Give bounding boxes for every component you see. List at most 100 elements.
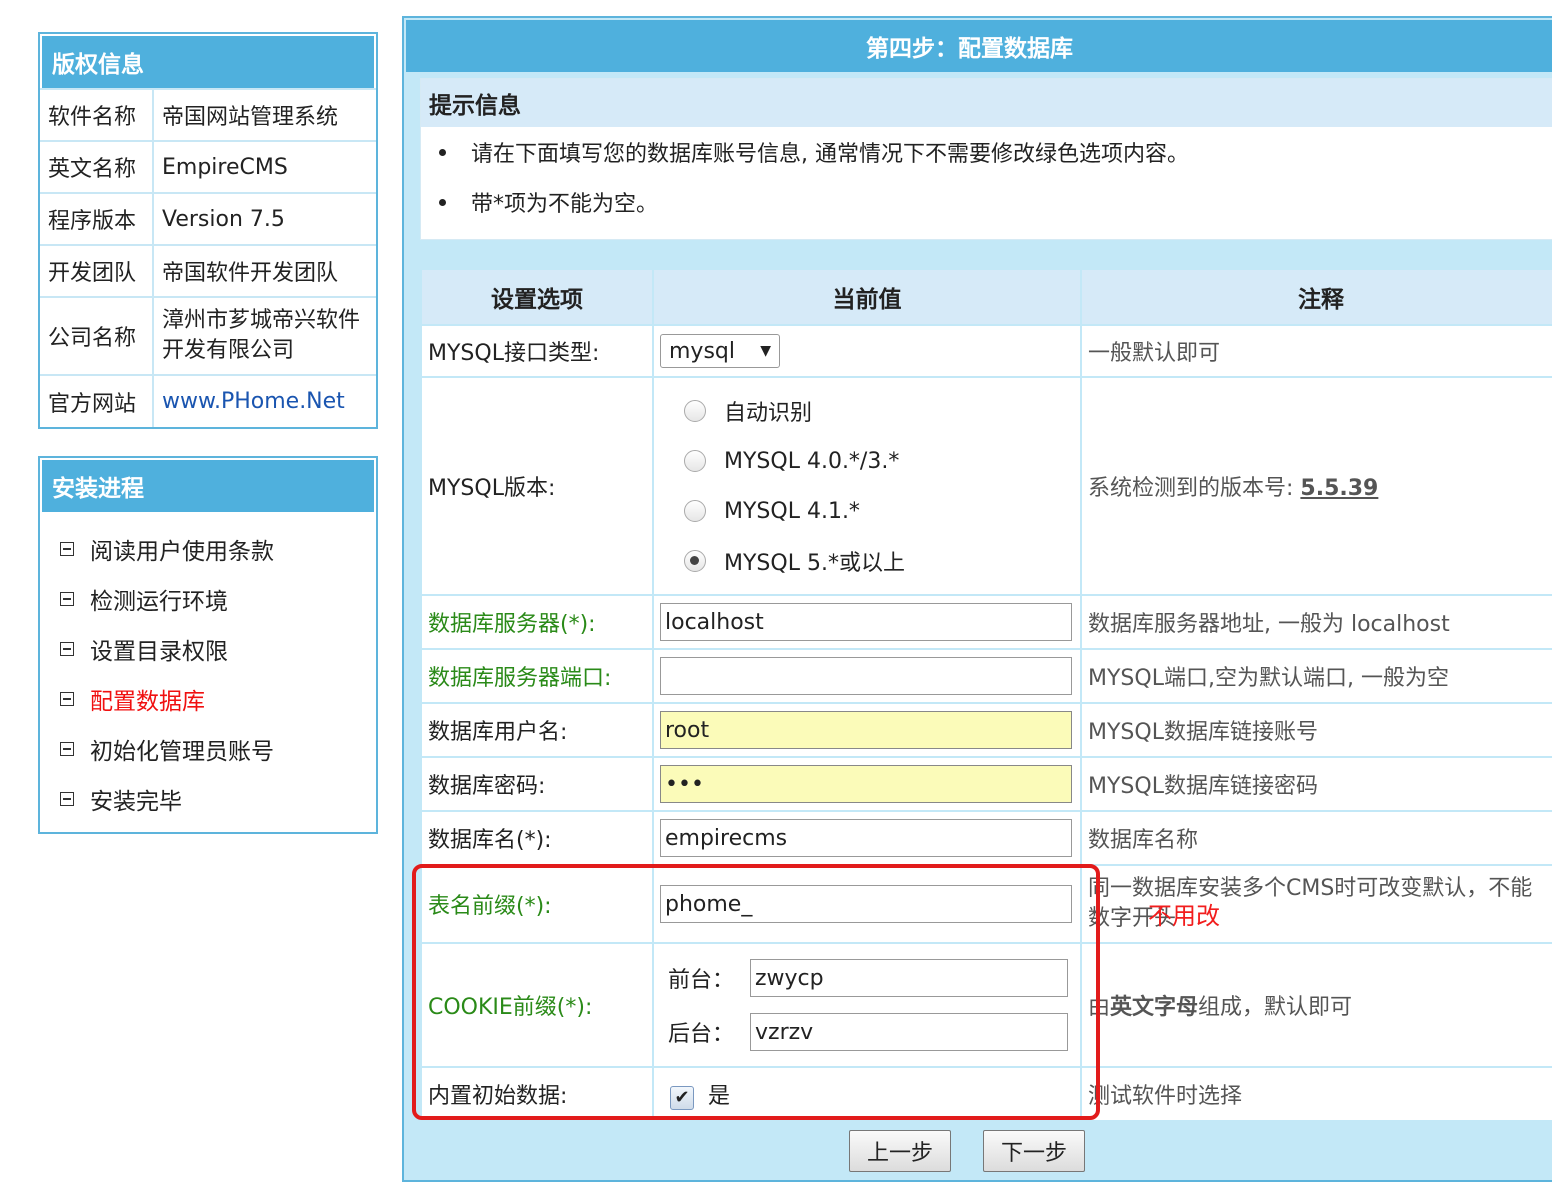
progress-step-label: 初始化管理员账号 (90, 739, 274, 765)
radio-button[interactable] (684, 450, 706, 472)
info-row: 英文名称 EmpireCMS (40, 140, 376, 193)
dropdown-arrow-icon: ▼ (760, 343, 771, 359)
info-value: 帝国网站管理系统 (153, 88, 376, 141)
config-row-dbname: 数据库名(*): empirecms 数据库名称 (420, 810, 1552, 866)
db-config-panel: 第四步：配置数据库 提示信息 请在下面填写您的数据库账号信息, 通常情况下不需要… (402, 16, 1552, 1182)
row-note: 由英文字母组成，默认即可 (1080, 942, 1552, 1068)
cookie-back-row: 后台： vzrzv (660, 1005, 1074, 1059)
config-row-port: 数据库服务器端口: MYSQL端口,空为默认端口, 一般为空 (420, 648, 1552, 704)
row-value: ••• (652, 756, 1082, 812)
copyright-title: 版权信息 (42, 36, 374, 88)
cookie-front-label: 前台： (668, 968, 735, 993)
radio-label: MYSQL 4.0.*/3.* (724, 448, 900, 474)
progress-step-label: 配置数据库 (90, 689, 205, 715)
info-row: 官方网站 www.PHome.Net (40, 374, 376, 427)
db-port-input[interactable] (660, 657, 1072, 695)
mysql-interface-select[interactable]: mysql ▼ (660, 334, 780, 368)
radio-button[interactable] (684, 500, 706, 522)
collapse-box-icon (60, 592, 74, 606)
info-key: 官方网站 (40, 374, 154, 427)
row-value: localhost (652, 594, 1082, 650)
init-data-checkbox[interactable]: ✔ (670, 1085, 694, 1110)
cookie-note-suffix: 组成，默认即可 (1198, 995, 1353, 1020)
info-key: 软件名称 (40, 88, 154, 141)
row-note: MYSQL数据库链接账号 (1080, 702, 1552, 758)
prev-step-button[interactable]: 上一步 (849, 1130, 951, 1172)
collapse-box-icon (60, 542, 74, 556)
progress-title: 安装进程 (42, 460, 374, 512)
official-site-link[interactable]: www.PHome.Net (153, 374, 376, 427)
progress-step: 阅读用户使用条款 (40, 524, 376, 574)
collapse-box-icon (60, 642, 74, 656)
row-label: 内置初始数据: (420, 1066, 654, 1122)
collapse-box-icon (60, 692, 74, 706)
progress-panel: 安装进程 阅读用户使用条款 检测运行环境 设置目录权限 配置数据库 初始化管理员… (38, 456, 378, 834)
row-value: empirecms (652, 810, 1082, 866)
row-note: MYSQL数据库链接密码 (1080, 756, 1552, 812)
info-value: Version 7.5 (153, 192, 376, 245)
cookie-front-input[interactable]: zwycp (750, 959, 1068, 997)
db-name-input[interactable]: empirecms (660, 819, 1072, 857)
row-label: COOKIE前缀(*): (420, 942, 654, 1068)
cookie-note-prefix: 由 (1088, 995, 1111, 1020)
detected-version: 5.5.39 (1300, 476, 1379, 501)
row-value: root (652, 702, 1082, 758)
page-title: 第四步：配置数据库 (406, 20, 1552, 72)
nav-buttons: 上一步 下一步 (404, 1130, 1552, 1172)
progress-step: 设置目录权限 (40, 624, 376, 674)
progress-step-label: 检测运行环境 (90, 589, 228, 615)
progress-steps: 阅读用户使用条款 检测运行环境 设置目录权限 配置数据库 初始化管理员账号 安装… (40, 512, 376, 832)
config-row-user: 数据库用户名: root MYSQL数据库链接账号 (420, 702, 1552, 758)
info-key: 公司名称 (40, 296, 154, 375)
row-value: phome_ (652, 864, 1082, 944)
copyright-panel: 版权信息 软件名称 帝国网站管理系统 英文名称 EmpireCMS 程序版本 V… (38, 32, 378, 429)
tip-item: 请在下面填写您的数据库账号信息, 通常情况下不需要修改绿色选项内容。 (439, 127, 1552, 177)
next-step-button[interactable]: 下一步 (983, 1130, 1085, 1172)
info-key: 开发团队 (40, 244, 154, 297)
tips-box: 提示信息 请在下面填写您的数据库账号信息, 通常情况下不需要修改绿色选项内容。 … (420, 78, 1552, 240)
row-label: 数据库服务器端口: (420, 648, 654, 704)
info-value: 漳州市芗城帝兴软件开发有限公司 (153, 296, 376, 375)
info-row: 开发团队 帝国软件开发团队 (40, 244, 376, 297)
version-option[interactable]: MYSQL 5.*或以上 (660, 536, 1074, 586)
config-row-initdata: 内置初始数据: ✔ 是 测试软件时选择 (420, 1066, 1552, 1122)
row-value (652, 648, 1082, 704)
column-header: 注释 (1080, 268, 1552, 326)
db-password-input[interactable]: ••• (660, 765, 1072, 803)
db-server-input[interactable]: localhost (660, 603, 1072, 641)
row-value: mysql ▼ (652, 324, 1082, 378)
column-header: 设置选项 (420, 268, 654, 326)
version-note-prefix: 系统检测到的版本号: (1088, 476, 1301, 501)
row-note: 一般默认即可 (1080, 324, 1552, 378)
row-value: ✔ 是 (652, 1066, 1082, 1122)
radio-button-selected[interactable] (684, 550, 706, 572)
config-row-interface: MYSQL接口类型: mysql ▼ 一般默认即可 (420, 324, 1552, 378)
annotation-text: 不用改 (1148, 902, 1220, 930)
cookie-front-row: 前台： zwycp (660, 951, 1074, 1005)
version-option[interactable]: MYSQL 4.1.* (660, 486, 1074, 536)
progress-step-label: 阅读用户使用条款 (90, 539, 274, 565)
radio-button[interactable] (684, 400, 706, 422)
radio-label: MYSQL 4.1.* (724, 498, 860, 524)
config-row-version: MYSQL版本: 自动识别 MYSQL 4.0.*/3.* MYSQL 4.1.… (420, 376, 1552, 596)
version-option[interactable]: 自动识别 (660, 386, 1074, 436)
checkmark-icon: ✔ (674, 1087, 690, 1108)
row-value: 自动识别 MYSQL 4.0.*/3.* MYSQL 4.1.* MYSQL 5… (652, 376, 1082, 596)
collapse-box-icon (60, 742, 74, 756)
column-header: 当前值 (652, 268, 1082, 326)
progress-step-current: 配置数据库 (40, 674, 376, 724)
progress-step-label: 设置目录权限 (90, 639, 228, 665)
cookie-back-input[interactable]: vzrzv (750, 1013, 1068, 1051)
row-note: 系统检测到的版本号: 5.5.39 (1080, 376, 1552, 596)
progress-step-label: 安装完毕 (90, 789, 182, 815)
row-label: 数据库密码: (420, 756, 654, 812)
info-row: 公司名称 漳州市芗城帝兴软件开发有限公司 (40, 296, 376, 375)
db-username-input[interactable]: root (660, 711, 1072, 749)
info-value: 帝国软件开发团队 (153, 244, 376, 297)
row-label: 数据库名(*): (420, 810, 654, 866)
copyright-table: 软件名称 帝国网站管理系统 英文名称 EmpireCMS 程序版本 Versio… (40, 88, 376, 427)
table-prefix-input[interactable]: phome_ (660, 885, 1072, 923)
version-option[interactable]: MYSQL 4.0.*/3.* (660, 436, 1074, 486)
row-label: MYSQL接口类型: (420, 324, 654, 378)
info-row: 程序版本 Version 7.5 (40, 192, 376, 245)
